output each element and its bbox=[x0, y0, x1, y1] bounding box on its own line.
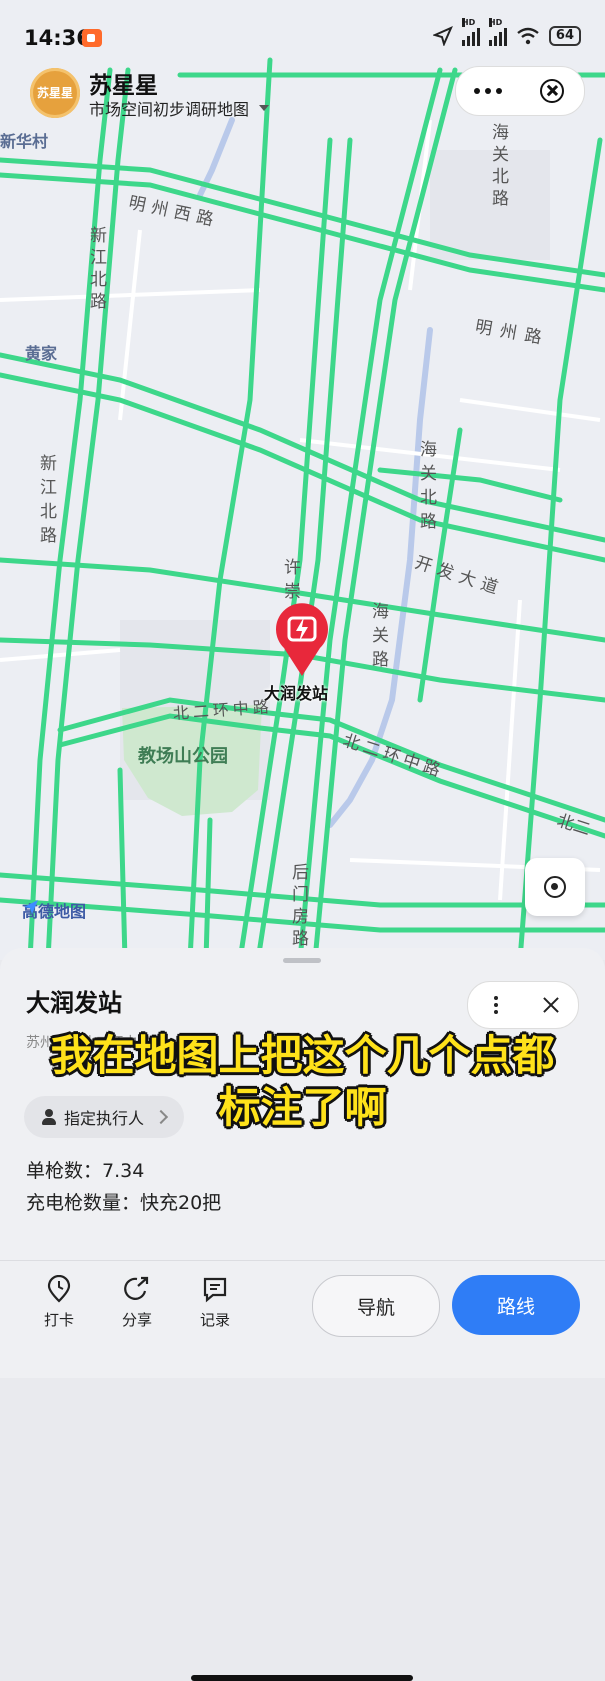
close-circle-icon bbox=[540, 79, 564, 103]
battery-indicator: 64 bbox=[548, 26, 581, 46]
map-roads bbox=[0, 0, 605, 960]
share-label: 分享 bbox=[121, 1311, 152, 1329]
signal-icon-2: HD bbox=[488, 18, 507, 46]
caption-line-2: 标注了啊 bbox=[218, 1083, 387, 1132]
crosshair-icon bbox=[544, 876, 566, 898]
checkin-button[interactable]: 打卡 bbox=[29, 1275, 89, 1330]
location-arrow-icon bbox=[432, 26, 453, 46]
label-haiguan-north-2: 海关北路 bbox=[420, 440, 437, 532]
marker-label: 大润发站 bbox=[264, 684, 329, 703]
navigate-button[interactable]: 导航 bbox=[312, 1275, 440, 1337]
status-bar: 14:36 HD HD 64 bbox=[0, 0, 605, 70]
checkin-label: 打卡 bbox=[43, 1311, 74, 1329]
record-note-icon bbox=[203, 1277, 227, 1303]
status-time: 14:36 bbox=[24, 26, 91, 50]
station-title: 大润发站 bbox=[26, 989, 122, 1017]
map-selector-label: 市场空间初步调研地图 bbox=[89, 100, 250, 119]
wifi-icon bbox=[517, 27, 539, 45]
map-view[interactable]: 新华村 明州西路 新江北路 黄家 海关北路 明州路 海关北路 新江北路 开发大道… bbox=[0, 0, 605, 960]
charger-count-info: 充电枪数量：快充20把 bbox=[26, 1192, 222, 1214]
map-selector[interactable]: 市场空间初步调研地图 bbox=[89, 96, 270, 120]
caret-down-icon bbox=[259, 105, 270, 111]
station-detail-sheet: 大润发站 苏州市 · 北二环中路 指定执行人 单枪数：7.34 充电枪数量：快充… bbox=[0, 948, 605, 1681]
screen-record-icon bbox=[82, 29, 102, 47]
app-logo: 苏星星 bbox=[30, 68, 80, 118]
app-name: 苏星星 bbox=[89, 73, 158, 99]
close-icon bbox=[541, 995, 561, 1015]
close-miniapp-button[interactable] bbox=[520, 67, 584, 115]
home-indicator[interactable] bbox=[191, 1675, 413, 1681]
vertical-dots-icon bbox=[493, 996, 498, 1014]
label-xinjiang-north-1: 新江北路 bbox=[90, 226, 107, 312]
share-icon bbox=[124, 1276, 149, 1300]
route-button[interactable]: 路线 bbox=[452, 1275, 580, 1335]
label-haiguan: 海关路 bbox=[372, 602, 389, 670]
label-xuchong: 许崇 bbox=[284, 558, 301, 602]
sheet-drag-handle[interactable] bbox=[283, 958, 321, 963]
label-xinhuacun: 新华村 bbox=[0, 132, 49, 151]
charging-pin-icon bbox=[276, 603, 328, 676]
more-button[interactable] bbox=[456, 67, 520, 115]
label-houmen: 后门房路 bbox=[292, 863, 309, 949]
share-button[interactable]: 分享 bbox=[107, 1275, 167, 1330]
record-label: 记录 bbox=[199, 1311, 230, 1329]
checkin-pin-icon bbox=[47, 1275, 71, 1303]
label-huangjia: 黄家 bbox=[25, 344, 58, 363]
action-bar: 打卡 分享 记录 导航 路线 bbox=[0, 1260, 605, 1681]
amap-arrow-icon bbox=[24, 900, 38, 914]
app-header: 苏星星 苏星星 市场空间初步调研地图 bbox=[30, 64, 585, 120]
station-marker[interactable] bbox=[272, 600, 332, 678]
label-park: 教场山公园 bbox=[138, 746, 228, 767]
amap-logo: 高德地图 bbox=[22, 898, 86, 922]
locate-button[interactable] bbox=[525, 858, 585, 916]
label-xinjiang-north-2: 新江北路 bbox=[40, 454, 57, 546]
gun-count-info: 单枪数：7.34 bbox=[26, 1160, 145, 1182]
more-dots-icon bbox=[474, 88, 502, 94]
record-button[interactable]: 记录 bbox=[185, 1275, 245, 1330]
label-haiguan-north-1: 海关北路 bbox=[492, 123, 509, 209]
miniapp-capsule bbox=[455, 66, 585, 116]
signal-icon-1: HD bbox=[461, 18, 480, 46]
status-icons: HD HD 64 bbox=[432, 18, 581, 48]
